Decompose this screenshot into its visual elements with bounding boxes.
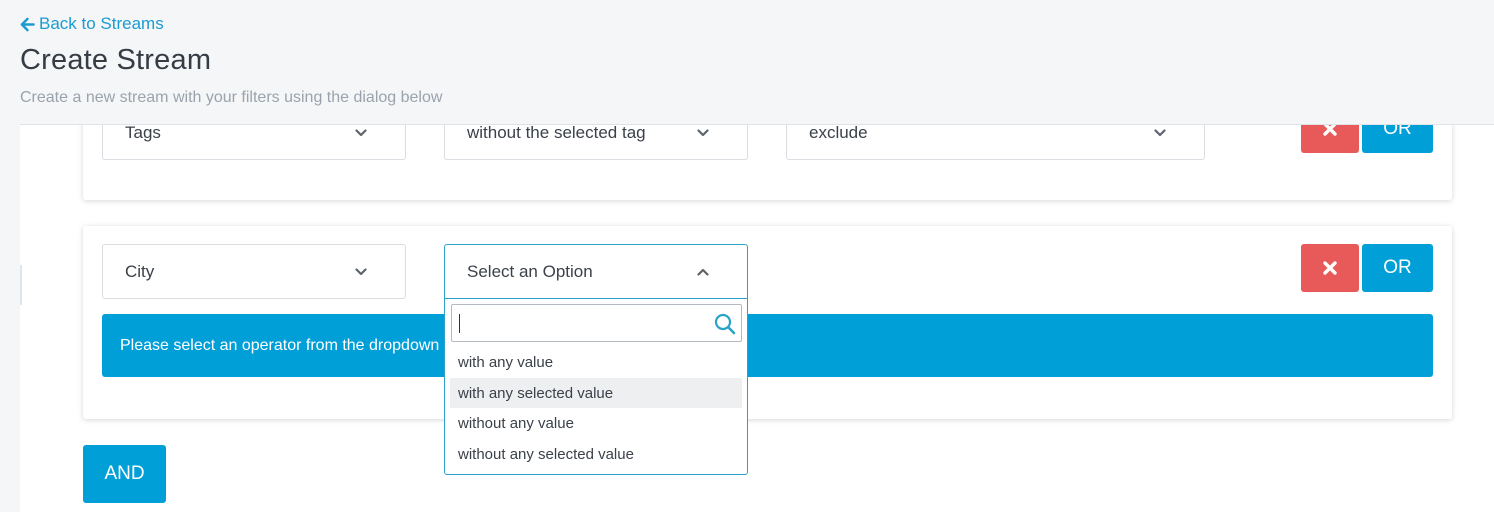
operator-info-banner: Please select an operator from the dropd…: [102, 314, 1433, 377]
create-stream-page: Back to Streams Create Stream Create a n…: [0, 0, 1494, 512]
operator-select-value: Select an Option: [467, 261, 593, 281]
dropdown-option[interactable]: without any selected value: [450, 439, 742, 469]
dropdown-option[interactable]: with any selected value: [450, 378, 742, 408]
or-button[interactable]: OR: [1362, 244, 1433, 292]
filter-card-tags: Tags without the selected tag exclude OR: [83, 125, 1452, 200]
arrow-left-icon: [20, 17, 35, 31]
filter-card-city: City Select an Option OR Please select a…: [83, 226, 1452, 419]
field-select-city[interactable]: City: [102, 244, 406, 299]
stream-builder-panel: Tags without the selected tag exclude OR…: [20, 125, 1494, 512]
search-icon: [714, 313, 736, 335]
back-link-label: Back to Streams: [39, 14, 164, 33]
remove-filter-button[interactable]: [1301, 125, 1359, 153]
chevron-down-icon: [1154, 128, 1166, 136]
chevron-down-icon: [355, 267, 367, 275]
chevron-down-icon: [697, 128, 709, 136]
operator-select-city[interactable]: Select an Option: [444, 244, 748, 299]
close-icon: [1323, 125, 1337, 136]
chevron-down-icon: [355, 128, 367, 136]
dropdown-search-input[interactable]: [452, 305, 741, 341]
remove-filter-button[interactable]: [1301, 244, 1359, 292]
back-to-streams-link[interactable]: Back to Streams: [20, 14, 164, 34]
dropdown-search-box: [451, 304, 742, 342]
left-edge-divider: [20, 265, 22, 305]
chevron-up-icon: [697, 268, 709, 276]
operator-dropdown: with any value with any selected value w…: [444, 298, 748, 475]
text-cursor: [459, 314, 460, 333]
field-select-value: City: [125, 261, 155, 281]
value-select-value: exclude: [809, 125, 868, 142]
or-button[interactable]: OR: [1362, 125, 1433, 153]
operator-select-tags[interactable]: without the selected tag: [444, 125, 748, 160]
and-button[interactable]: AND: [83, 445, 166, 503]
dropdown-option[interactable]: without any value: [450, 408, 742, 438]
close-icon: [1323, 261, 1337, 275]
value-select-tags[interactable]: exclude: [786, 125, 1205, 160]
operator-select-value: without the selected tag: [467, 125, 646, 142]
field-select-value: Tags: [125, 125, 161, 142]
dropdown-option[interactable]: with any value: [450, 347, 742, 377]
page-title: Create Stream: [20, 44, 212, 76]
field-select-tags[interactable]: Tags: [102, 125, 406, 160]
page-subtitle: Create a new stream with your filters us…: [20, 89, 443, 106]
